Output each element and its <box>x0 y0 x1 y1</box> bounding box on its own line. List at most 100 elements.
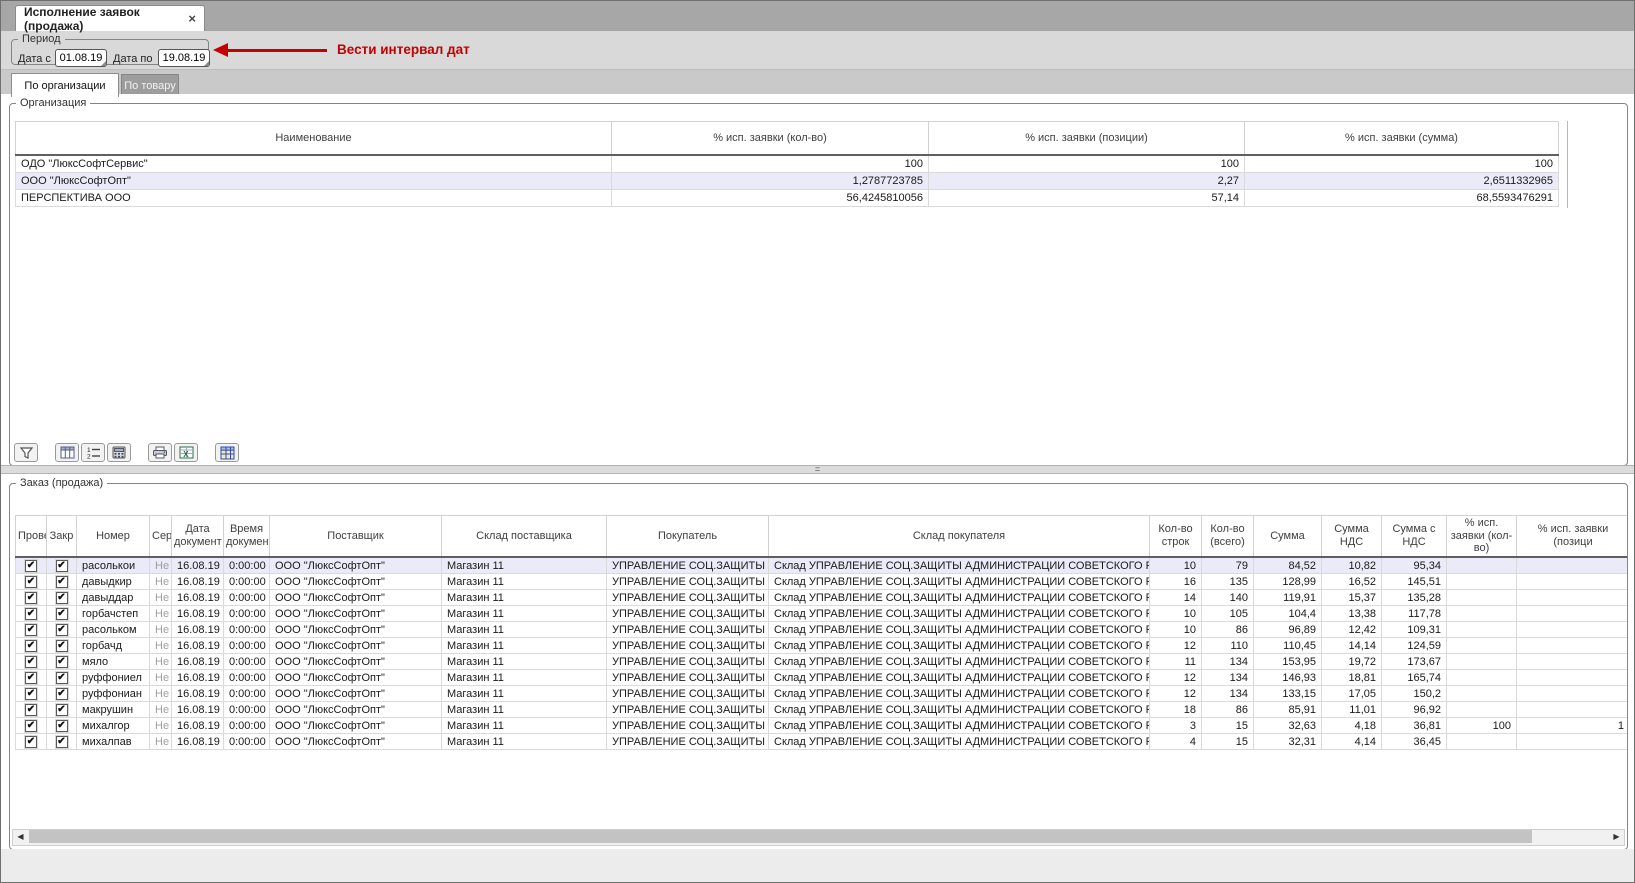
toolbar-group <box>215 443 241 462</box>
order-table-cell <box>1447 622 1517 638</box>
order-column-header[interactable]: Сумма НДС <box>1322 516 1382 558</box>
closed-checkbox[interactable]: ✔ <box>56 608 68 620</box>
order-table-cell <box>1447 606 1517 622</box>
numbered-list-button[interactable]: 12 <box>81 443 105 462</box>
closed-checkbox[interactable]: ✔ <box>56 640 68 652</box>
closed-checkbox[interactable]: ✔ <box>56 592 68 604</box>
scroll-right-icon[interactable]: ▶ <box>1609 830 1624 843</box>
date-to-input[interactable] <box>158 49 210 67</box>
order-table-row[interactable]: ✔✔горбачстепНе о16.08.190:00:00ООО "Люкс… <box>16 606 1629 622</box>
order-table-cell: Не о <box>150 718 172 734</box>
splitter[interactable]: = <box>1 465 1634 474</box>
order-column-header[interactable]: Кол-во строк <box>1150 516 1202 558</box>
splitter-handle-icon[interactable]: = <box>815 464 820 474</box>
order-table-row[interactable]: ✔✔горбачдНе о16.08.190:00:00ООО "ЛюксСоф… <box>16 638 1629 654</box>
order-hscrollbar[interactable]: ◀ ▶ <box>12 829 1625 846</box>
order-column-header[interactable]: Сумма <box>1254 516 1322 558</box>
hscroll-thumb[interactable] <box>29 830 1532 843</box>
org-column-header[interactable]: % исп. заявки (сумма) <box>1245 122 1559 156</box>
proven-checkbox[interactable]: ✔ <box>25 560 37 572</box>
filter-button[interactable] <box>14 443 38 462</box>
print-button[interactable] <box>148 443 172 462</box>
order-column-header[interactable]: Склад покупателя <box>769 516 1150 558</box>
closed-checkbox[interactable]: ✔ <box>56 560 68 572</box>
order-column-header[interactable]: % исп. заявки (кол-во) <box>1447 516 1517 558</box>
order-table-cell: 0:00:00 <box>224 557 270 574</box>
order-column-header[interactable]: Поставщик <box>270 516 442 558</box>
proven-checkbox[interactable]: ✔ <box>25 688 37 700</box>
order-column-header[interactable]: % исп. заявки (позици <box>1517 516 1629 558</box>
org-table-row[interactable]: ОДО "ЛюксСофтСервис"100100100 <box>16 155 1559 173</box>
order-table-cell: ✔ <box>16 686 47 702</box>
order-table-cell: 96,92 <box>1382 702 1447 718</box>
order-column-header[interactable]: Сумма с НДС <box>1382 516 1447 558</box>
document-tab-title: Исполнение заявок (продажа) <box>24 5 180 33</box>
closed-checkbox[interactable]: ✔ <box>56 688 68 700</box>
document-tab[interactable]: Исполнение заявок (продажа) × <box>15 5 205 31</box>
order-table-cell: 0:00:00 <box>224 638 270 654</box>
order-table-row[interactable]: ✔✔михалгорНе о16.08.190:00:00ООО "ЛюксСо… <box>16 718 1629 734</box>
closed-checkbox[interactable]: ✔ <box>56 624 68 636</box>
order-column-header[interactable]: Склад поставщика <box>442 516 607 558</box>
tab-by-product[interactable]: По товару <box>121 74 179 96</box>
order-table-row[interactable]: ✔✔макрушинНе о16.08.190:00:00ООО "ЛюксСо… <box>16 702 1629 718</box>
order-table-cell: 85,91 <box>1254 702 1322 718</box>
order-table-row[interactable]: ✔✔руффонианНе о16.08.190:00:00ООО "ЛюксС… <box>16 686 1629 702</box>
order-table-row[interactable]: ✔✔расолькоиНе о16.08.190:00:00ООО "ЛюксС… <box>16 557 1629 574</box>
order-table-cell: расольком <box>77 622 150 638</box>
order-table-row[interactable]: ✔✔мялоНе о16.08.190:00:00ООО "ЛюксСофтОп… <box>16 654 1629 670</box>
proven-checkbox[interactable]: ✔ <box>25 720 37 732</box>
columns-button[interactable] <box>55 443 79 462</box>
proven-checkbox[interactable]: ✔ <box>25 736 37 748</box>
order-table-cell: ✔ <box>47 718 77 734</box>
proven-checkbox[interactable]: ✔ <box>25 672 37 684</box>
order-table-row[interactable]: ✔✔михалпавНе о16.08.190:00:00ООО "ЛюксСо… <box>16 734 1629 750</box>
closed-checkbox[interactable]: ✔ <box>56 720 68 732</box>
closed-checkbox[interactable]: ✔ <box>56 656 68 668</box>
order-table-cell: 135 <box>1202 574 1254 590</box>
order-column-header[interactable]: Покупатель <box>607 516 769 558</box>
org-column-header[interactable]: Наименование <box>16 122 612 156</box>
excel-button[interactable]: X <box>174 443 198 462</box>
date-from-input[interactable] <box>55 49 107 67</box>
proven-checkbox[interactable]: ✔ <box>25 608 37 620</box>
order-table-row[interactable]: ✔✔расолькомНе о16.08.190:00:00ООО "ЛюксС… <box>16 622 1629 638</box>
org-table-cell: 68,5593476291 <box>1245 190 1559 207</box>
org-table-row[interactable]: ПЕРСПЕКТИВА ООО56,424581005657,1468,5593… <box>16 190 1559 207</box>
calculator-button[interactable] <box>107 443 131 462</box>
tab-by-organization[interactable]: По организации <box>11 73 119 97</box>
toolbar-group <box>14 443 40 462</box>
order-column-header[interactable]: Прове <box>16 516 47 558</box>
proven-checkbox[interactable]: ✔ <box>25 704 37 716</box>
order-table-cell: 3 <box>1150 718 1202 734</box>
date-from-box <box>55 49 107 67</box>
order-table-row[interactable]: ✔✔давыддарНе о16.08.190:00:00ООО "ЛюксСо… <box>16 590 1629 606</box>
closed-checkbox[interactable]: ✔ <box>56 672 68 684</box>
closed-checkbox[interactable]: ✔ <box>56 576 68 588</box>
order-column-header[interactable]: Закр <box>47 516 77 558</box>
order-column-header[interactable]: Дата документ <box>172 516 224 558</box>
closed-checkbox[interactable]: ✔ <box>56 736 68 748</box>
org-column-header[interactable]: % исп. заявки (позиции) <box>929 122 1245 156</box>
closed-checkbox[interactable]: ✔ <box>56 704 68 716</box>
order-table-row[interactable]: ✔✔руффониелНе о16.08.190:00:00ООО "ЛюксС… <box>16 670 1629 686</box>
order-table-cell: ООО "ЛюксСофтОпт" <box>270 734 442 750</box>
proven-checkbox[interactable]: ✔ <box>25 624 37 636</box>
org-column-header[interactable]: % исп. заявки (кол-во) <box>612 122 929 156</box>
table-format-button[interactable] <box>215 443 239 462</box>
order-table-cell: ✔ <box>47 638 77 654</box>
proven-checkbox[interactable]: ✔ <box>25 592 37 604</box>
order-column-header[interactable]: Номер <box>77 516 150 558</box>
order-column-header[interactable]: Кол-во (всего) <box>1202 516 1254 558</box>
scroll-left-icon[interactable]: ◀ <box>13 830 28 843</box>
order-column-header[interactable]: Сер <box>150 516 172 558</box>
proven-checkbox[interactable]: ✔ <box>25 656 37 668</box>
order-column-header[interactable]: Время документ <box>224 516 270 558</box>
proven-checkbox[interactable]: ✔ <box>25 640 37 652</box>
org-table-vscroll[interactable] <box>1559 121 1568 208</box>
close-icon[interactable]: × <box>188 12 196 25</box>
proven-checkbox[interactable]: ✔ <box>25 576 37 588</box>
org-table-row[interactable]: ООО "ЛюксСофтОпт"1,27877237852,272,65113… <box>16 173 1559 190</box>
order-table-row[interactable]: ✔✔давыдкирНе о16.08.190:00:00ООО "ЛюксСо… <box>16 574 1629 590</box>
order-table-cell: 165,74 <box>1382 670 1447 686</box>
